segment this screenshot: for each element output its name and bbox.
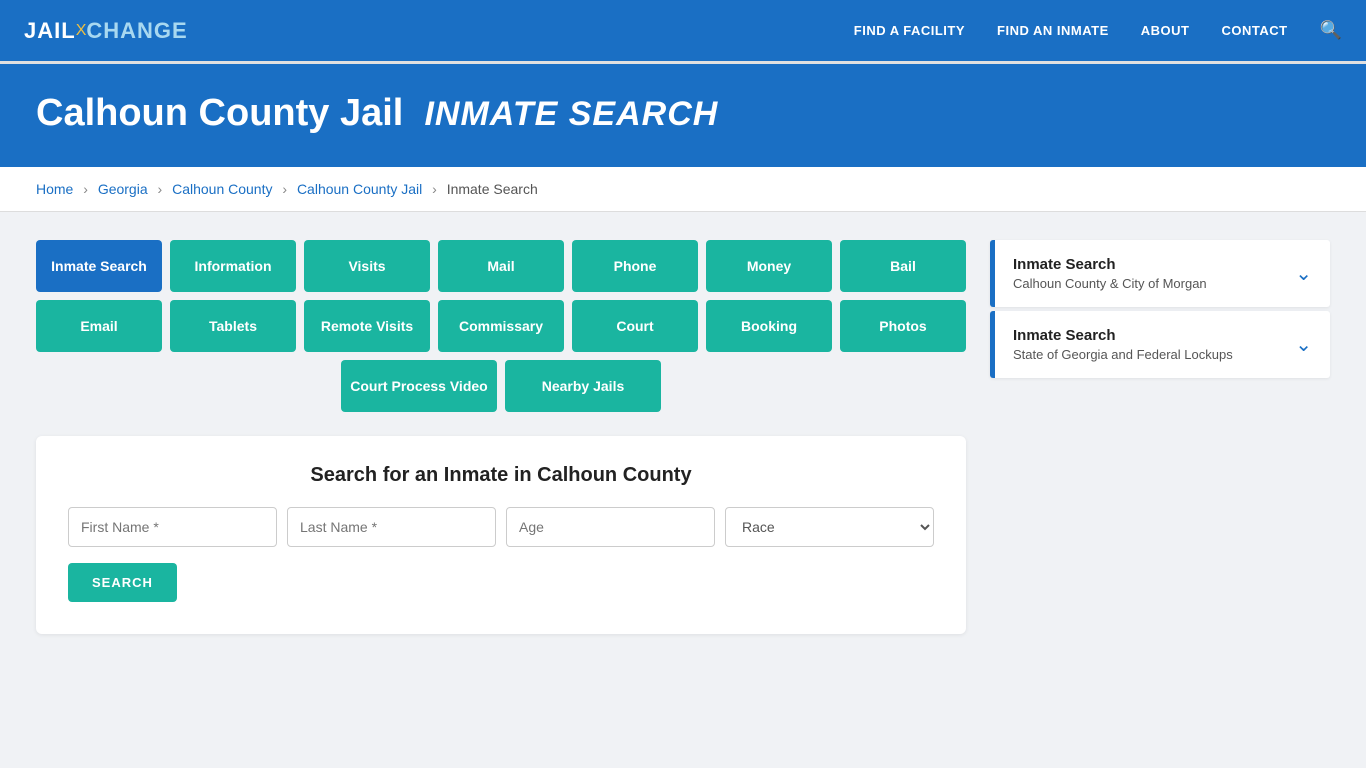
age-input[interactable] (506, 507, 715, 547)
main-content: Inmate Search Information Visits Mail Ph… (0, 212, 1366, 670)
tab-bail[interactable]: Bail (840, 240, 966, 292)
nav-contact[interactable]: CONTACT (1221, 23, 1287, 38)
breadcrumb-sep-2: › (158, 181, 163, 197)
nav-find-inmate[interactable]: FIND AN INMATE (997, 23, 1109, 38)
logo-x-text: X (76, 22, 87, 40)
breadcrumb-sep-3: › (282, 181, 287, 197)
tab-money[interactable]: Money (706, 240, 832, 292)
sidebar-card-2[interactable]: Inmate Search State of Georgia and Feder… (990, 311, 1330, 378)
sidebar-card-1-title: Inmate Search (1013, 256, 1207, 273)
tab-court-process-video[interactable]: Court Process Video (341, 360, 497, 412)
hero-subtitle: INMATE SEARCH (424, 95, 718, 133)
hero-title: Calhoun County Jail INMATE SEARCH (36, 92, 1330, 135)
left-column: Inmate Search Information Visits Mail Ph… (36, 240, 966, 634)
logo-jail-text: JAIL (24, 18, 76, 44)
navbar-links: FIND A FACILITY FIND AN INMATE ABOUT CON… (854, 20, 1342, 41)
tab-email[interactable]: Email (36, 300, 162, 352)
race-select[interactable]: Race White Black Hispanic Asian Other (725, 507, 934, 547)
search-box-title: Search for an Inmate in Calhoun County (68, 464, 934, 487)
breadcrumb-calhoun-county[interactable]: Calhoun County (172, 181, 272, 197)
sidebar-card-1-text: Inmate Search Calhoun County & City of M… (1013, 256, 1207, 291)
tab-nearby-jails[interactable]: Nearby Jails (505, 360, 661, 412)
navbar: JAIL X CHANGE FIND A FACILITY FIND AN IN… (0, 0, 1366, 64)
tab-tablets[interactable]: Tablets (170, 300, 296, 352)
nav-find-facility[interactable]: FIND A FACILITY (854, 23, 965, 38)
sidebar-card-2-subtitle: State of Georgia and Federal Lockups (1013, 347, 1233, 362)
first-name-input[interactable] (68, 507, 277, 547)
breadcrumb-sep-1: › (83, 181, 88, 197)
tab-booking[interactable]: Booking (706, 300, 832, 352)
tab-visits[interactable]: Visits (304, 240, 430, 292)
breadcrumb-calhoun-jail[interactable]: Calhoun County Jail (297, 181, 422, 197)
nav-about[interactable]: ABOUT (1141, 23, 1190, 38)
search-icon[interactable]: 🔍 (1320, 20, 1342, 41)
search-fields: Race White Black Hispanic Asian Other (68, 507, 934, 547)
tab-remote-visits[interactable]: Remote Visits (304, 300, 430, 352)
tab-information[interactable]: Information (170, 240, 296, 292)
right-sidebar: Inmate Search Calhoun County & City of M… (990, 240, 1330, 378)
tabs-row1: Inmate Search Information Visits Mail Ph… (36, 240, 966, 292)
logo-exchange-text: CHANGE (86, 18, 187, 44)
search-box: Search for an Inmate in Calhoun County R… (36, 436, 966, 634)
sidebar-card-2-title: Inmate Search (1013, 327, 1233, 344)
last-name-input[interactable] (287, 507, 496, 547)
tab-inmate-search[interactable]: Inmate Search (36, 240, 162, 292)
breadcrumb-georgia[interactable]: Georgia (98, 181, 148, 197)
sidebar-card-2-text: Inmate Search State of Georgia and Feder… (1013, 327, 1233, 362)
search-button[interactable]: SEARCH (68, 563, 177, 602)
tab-mail[interactable]: Mail (438, 240, 564, 292)
breadcrumb-home[interactable]: Home (36, 181, 73, 197)
tab-phone[interactable]: Phone (572, 240, 698, 292)
hero-banner: Calhoun County Jail INMATE SEARCH (0, 64, 1366, 167)
breadcrumb-current: Inmate Search (447, 181, 538, 197)
breadcrumb: Home › Georgia › Calhoun County › Calhou… (0, 167, 1366, 212)
sidebar-chevron-2: ⌄ (1295, 332, 1312, 357)
tab-court[interactable]: Court (572, 300, 698, 352)
breadcrumb-sep-4: › (432, 181, 437, 197)
tabs-row2: Email Tablets Remote Visits Commissary C… (36, 300, 966, 352)
sidebar-chevron-1: ⌄ (1295, 261, 1312, 286)
hero-title-main: Calhoun County Jail (36, 92, 403, 134)
tab-commissary[interactable]: Commissary (438, 300, 564, 352)
tab-photos[interactable]: Photos (840, 300, 966, 352)
tabs-row3: Court Process Video Nearby Jails (36, 360, 966, 412)
sidebar-card-1[interactable]: Inmate Search Calhoun County & City of M… (990, 240, 1330, 307)
logo[interactable]: JAIL X CHANGE (24, 18, 188, 44)
sidebar-card-1-subtitle: Calhoun County & City of Morgan (1013, 276, 1207, 291)
